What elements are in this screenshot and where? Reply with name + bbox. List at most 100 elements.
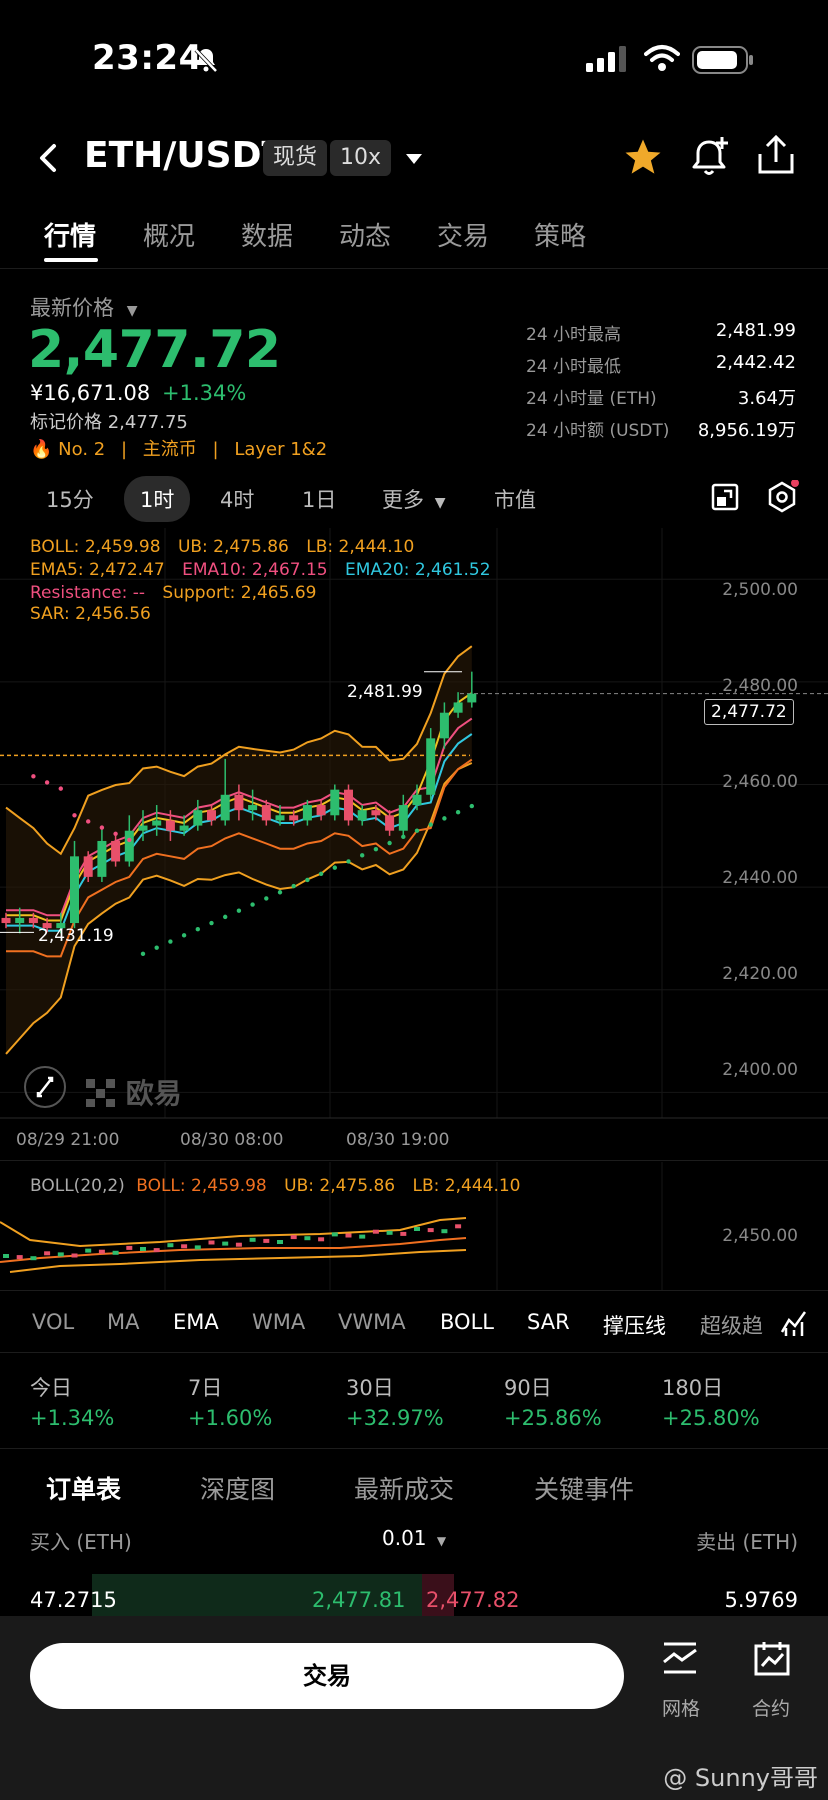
tab-strategy[interactable]: 策略	[534, 216, 586, 253]
sub-candle	[181, 1244, 188, 1249]
contract-label: 合约	[752, 1698, 791, 1720]
ind-tab-ma[interactable]: MA	[107, 1310, 139, 1334]
indicator-settings-button[interactable]	[768, 1296, 828, 1348]
chart-settings-icon[interactable]	[765, 480, 799, 514]
tab-key-events[interactable]: 关键事件	[534, 1470, 634, 1506]
interval-more[interactable]: 更多 ▼	[382, 484, 445, 514]
sub-candle	[304, 1236, 311, 1241]
sar-dot	[58, 786, 63, 791]
ind-tab-wma[interactable]: WMA	[252, 1310, 305, 1334]
sar-dot	[127, 837, 132, 843]
sub-y-tick: 2,450.00	[722, 1226, 798, 1246]
sub-candle	[331, 1232, 338, 1237]
ind-tab-vol[interactable]: VOL	[32, 1310, 74, 1334]
sub-candle	[400, 1231, 407, 1236]
sar-dot	[250, 902, 255, 907]
candle-body	[15, 917, 25, 924]
sub-candle	[57, 1252, 64, 1257]
sar-dot	[373, 846, 379, 852]
mark-price: 标记价格 2,477.75	[30, 412, 188, 433]
tab-latest-trades[interactable]: 最新成交	[354, 1470, 454, 1506]
perf-value-180d: +25.80%	[662, 1406, 760, 1430]
tab-data[interactable]: 数据	[241, 216, 293, 253]
category-mainstream[interactable]: 主流币	[143, 439, 197, 460]
interval-1d[interactable]: 1日	[302, 484, 336, 514]
candle-body	[193, 810, 203, 826]
sar-dot	[72, 813, 77, 818]
tab-news[interactable]: 动态	[339, 216, 391, 253]
share-icon[interactable]	[756, 134, 796, 176]
tab-depth-chart[interactable]: 深度图	[200, 1470, 275, 1506]
favorite-star-icon[interactable]	[622, 136, 664, 178]
tab-trade[interactable]: 交易	[437, 216, 489, 253]
interval-1h[interactable]: 1时	[124, 476, 191, 522]
ind-tab-ema[interactable]: EMA	[173, 1310, 219, 1334]
sar-dot	[360, 853, 365, 858]
low-marker: 2,431.19	[38, 926, 114, 946]
interval-4h[interactable]: 4时	[220, 484, 254, 514]
sub-candle	[290, 1235, 297, 1240]
perf-label-90d: 90日	[504, 1376, 552, 1400]
sar-dot	[332, 865, 337, 870]
candle-body	[398, 805, 408, 831]
tab-market[interactable]: 行情	[44, 216, 96, 253]
sar-dot	[86, 819, 91, 824]
price-type-selector[interactable]: 最新价格 ▼	[30, 292, 137, 322]
ind-tab-vwma[interactable]: VWMA	[338, 1310, 406, 1334]
ask-price[interactable]: 2,477.82	[426, 1588, 520, 1612]
sub-candle	[140, 1247, 146, 1251]
sub-candle	[222, 1241, 229, 1246]
interval-market-cap[interactable]: 市值	[494, 484, 536, 514]
sub-candle	[16, 1255, 23, 1260]
sar-dot	[209, 920, 214, 926]
precision-selector[interactable]: 0.01 ▼	[382, 1526, 446, 1550]
sar-dot	[305, 877, 310, 883]
tab-overview[interactable]: 概况	[143, 216, 195, 253]
divider	[0, 1448, 828, 1449]
perf-label-180d: 180日	[662, 1376, 724, 1400]
candle-body	[344, 789, 353, 821]
price-alert-icon[interactable]	[690, 134, 732, 178]
perf-value-today: +1.34%	[30, 1406, 115, 1430]
candle-body	[28, 917, 38, 924]
sar-dot	[291, 883, 296, 889]
divider	[0, 1290, 828, 1291]
bid-price[interactable]: 2,477.81	[312, 1588, 406, 1612]
pair-dropdown-icon[interactable]	[404, 152, 424, 166]
category-layer[interactable]: Layer 1&2	[234, 439, 327, 460]
y-tick: 2,480.00	[722, 676, 798, 696]
sub-candle	[277, 1240, 283, 1244]
sub-candle	[455, 1224, 462, 1229]
bid-quantity: 47.2715	[30, 1588, 117, 1612]
sar-dot	[387, 840, 392, 846]
ind-tab-supertrend[interactable]: 超级趋	[700, 1310, 768, 1340]
candle-body	[357, 810, 367, 821]
sar-dot	[44, 780, 50, 785]
back-icon[interactable]	[36, 140, 62, 176]
ind-tab-sar[interactable]: SAR	[527, 1310, 570, 1334]
sub-lb-line	[9, 1249, 467, 1273]
ind-tab-boll[interactable]: BOLL	[440, 1310, 494, 1334]
active-tab-underline	[44, 258, 98, 262]
pair-title[interactable]: ETH/USDT	[84, 135, 286, 176]
candle-body	[453, 702, 463, 713]
interval-15m[interactable]: 15分	[46, 484, 94, 514]
sub-candle	[98, 1249, 105, 1254]
stat-label-high: 24 小时最高	[526, 325, 622, 345]
sar-dot	[223, 914, 228, 920]
stat-label-low: 24 小时最低	[526, 357, 622, 377]
watermark: @ Sunny哥哥	[663, 1764, 818, 1792]
ind-tab-sr[interactable]: 撑压线	[603, 1310, 666, 1340]
rank-row: 🔥 No. 2 | 主流币 | Layer 1&2	[30, 439, 328, 460]
sub-candle	[126, 1245, 133, 1250]
candle-body	[248, 805, 258, 811]
stat-value-turnover: 8,956.19万	[697, 420, 796, 441]
trade-button[interactable]: 交易	[30, 1643, 624, 1709]
candle-body	[330, 789, 340, 816]
sub-candle	[414, 1227, 420, 1231]
rank-value[interactable]: No. 2	[58, 439, 105, 460]
chart-layout-icon[interactable]	[710, 482, 740, 512]
tab-order-book[interactable]: 订单表	[46, 1470, 121, 1506]
main-tabs: 行情 概况 数据 动态 交易 策略	[0, 210, 828, 270]
fullscreen-button[interactable]	[24, 1066, 66, 1108]
